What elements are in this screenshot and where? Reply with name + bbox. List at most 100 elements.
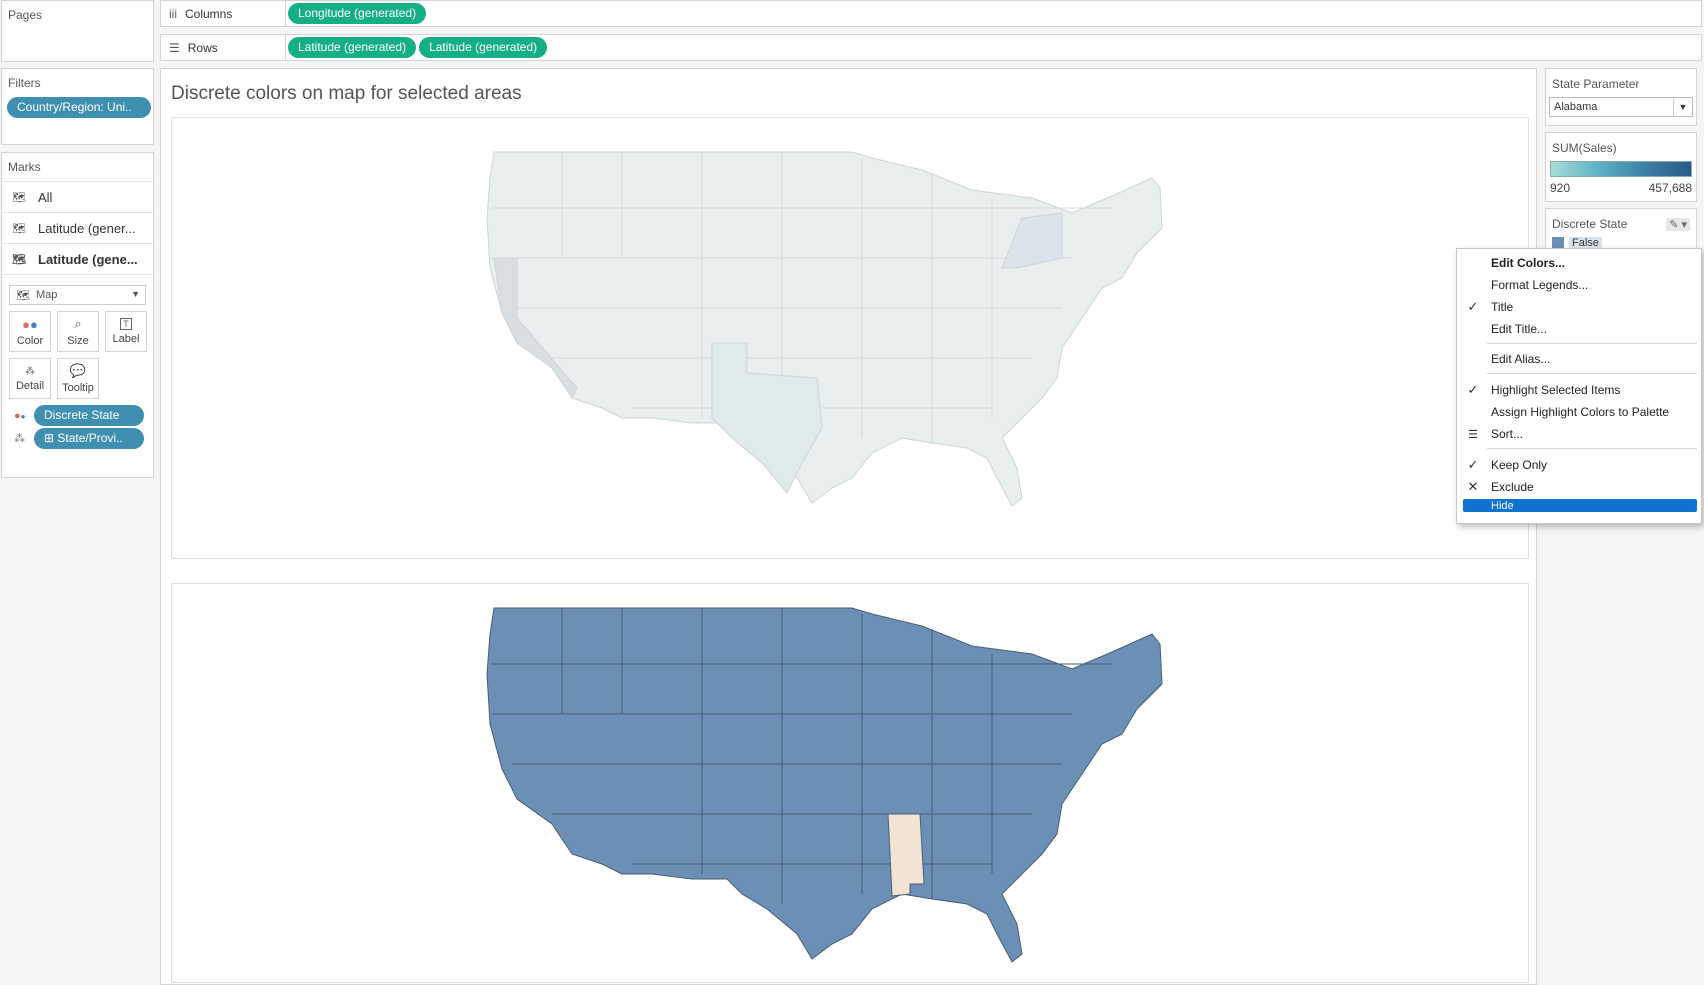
menu-item-label: Edit Title... [1491,322,1548,336]
label-button-label: Label [112,333,140,345]
menu-item-assign-highlight-colors[interactable]: Assign Highlight Colors to Palette [1457,402,1701,422]
columns-label-text: Columns [185,6,233,21]
color-button-label: Color [16,334,44,347]
color-dots-icon: ●● [22,316,38,332]
chevron-down-icon: ▼ [131,289,140,299]
map-pane-bottom[interactable] [171,583,1529,983]
detail-button-label: Detail [15,379,45,392]
size-button-label: Size [67,335,89,347]
sort-icon: ☰ [1468,428,1478,441]
menu-item-keep-only[interactable]: ✓ Keep Only [1457,455,1701,475]
sheet-title: Discrete colors on map for selected area… [171,83,522,104]
marks-layer-label: All [38,189,53,205]
detail-icon: ⁂ [25,365,35,377]
marks-layer-all[interactable]: 🗺 All [2,182,153,213]
us-map-top[interactable] [172,118,1529,559]
chevron-down-icon: ▼ [1673,98,1692,116]
menu-item-label: Assign Highlight Colors to Palette [1491,405,1670,419]
columns-pills: Longitude (generated) [288,3,427,24]
check-icon: ✓ [1467,299,1479,314]
mark-type-dropdown[interactable]: 🗺 Map ▼ [9,285,146,305]
filter-pill-country[interactable]: Country/Region: Uni.. [7,97,151,118]
columns-pill-longitude[interactable]: Longitude (generated) [288,3,427,24]
menu-item-label: Highlight Selected Items [1491,383,1621,397]
menu-item-title[interactable]: ✓ Title [1457,297,1701,317]
menu-item-sort[interactable]: ☰ Sort... [1457,424,1701,444]
menu-item-exclude[interactable]: ✕ Exclude [1457,477,1701,497]
label-icon: T [120,318,132,330]
discrete-state-legend-title: Discrete State [1552,217,1628,231]
marks-layer-latitude-2[interactable]: 🗺 Latitude (gene... [2,244,153,275]
menu-item-edit-alias[interactable]: Edit Alias... [1457,349,1701,369]
worksheet-canvas: Discrete colors on map for selected area… [160,68,1537,985]
map-icon: 🗺 [12,253,26,266]
rows-pills: Latitude (generated) Latitude (generated… [288,37,548,58]
marks-title: Marks [2,153,153,182]
rows-pill-latitude-1[interactable]: Latitude (generated) [288,37,417,58]
sales-max-label: 457,688 [1648,181,1692,195]
rows-icon: ☰ [169,40,180,55]
columns-icon: iii [169,6,177,21]
menu-item-label: Format Legends... [1491,278,1589,292]
menu-item-edit-title[interactable]: Edit Title... [1457,319,1701,339]
menu-item-label: Sort... [1491,427,1524,441]
menu-item-edit-colors[interactable]: Edit Colors... [1457,253,1701,273]
map-icon: 🗺 [12,191,26,204]
rows-label-text: Rows [187,40,218,55]
label-button[interactable]: T Label [105,311,147,352]
sales-legend-card: SUM(Sales) 920 457,688 [1545,132,1697,202]
menu-separator [1487,343,1697,344]
menu-item-label: Title [1491,300,1514,314]
menu-separator [1487,448,1697,449]
check-icon: ✓ [1467,382,1479,397]
discrete-state-legend-header: Discrete State ✎ ▾ [1546,209,1696,237]
menu-item-hide[interactable]: Hide [1463,499,1697,512]
rows-pill-latitude-2[interactable]: Latitude (generated) [419,37,548,58]
close-icon: ✕ [1467,479,1479,494]
mark-type-value: Map [35,289,58,301]
menu-item-label: Exclude [1491,480,1534,494]
filters-title: Filters [8,76,41,90]
state-parameter-value: Alabama [1554,101,1598,113]
check-icon: ✓ [1467,457,1479,472]
menu-item-label: Keep Only [1491,458,1548,472]
map-icon: 🗺 [16,289,30,302]
menu-separator [1487,373,1697,374]
menu-item-label: Hide [1491,499,1514,512]
detail-icon: ⁂ [14,433,25,445]
menu-item-format-legends[interactable]: Format Legends... [1457,275,1701,295]
sales-color-ramp [1550,161,1692,177]
marks-layer-label: Latitude (gener... [38,220,136,236]
marks-pill-state-province[interactable]: ⊞ State/Provi.. [34,428,144,449]
tooltip-button[interactable]: 💬 Tooltip [57,358,99,399]
columns-shelf: iii Columns Longitude (generated) [160,0,1702,27]
size-button[interactable]: ⌕ Size [57,311,99,352]
map-pane-top[interactable] [171,117,1529,559]
sales-legend-title: SUM(Sales) [1552,141,1617,155]
us-map-bottom[interactable] [172,584,1529,983]
color-dots-icon: ●● [14,409,26,422]
pages-card: Pages [1,0,154,62]
sales-min-label: 920 [1550,181,1571,195]
tooltip-icon: 💬 [69,363,87,378]
columns-shelf-label: iii Columns [161,1,286,26]
marks-layer-latitude-1[interactable]: 🗺 Latitude (gener... [2,213,153,244]
rows-shelf: ☰ Rows Latitude (generated) Latitude (ge… [160,34,1702,61]
marks-card: Marks 🗺 All 🗺 Latitude (gener... 🗺 Latit… [1,152,154,478]
legend-menu-icon[interactable]: ✎ ▾ [1666,217,1690,231]
alabama-region[interactable] [887,813,925,897]
detail-button[interactable]: ⁂ Detail [9,358,51,399]
mark-buttons: ●● Color ⌕ Size T Label ⁂ Detail 💬 Toolt… [2,305,152,399]
filters-card: Filters Country/Region: Uni.. [1,68,154,145]
marks-layer-label: Latitude (gene... [38,251,138,267]
color-button[interactable]: ●● Color [9,311,51,352]
marks-pill-row-detail: ⁂ ⊞ State/Provi.. [14,428,153,449]
state-parameter-card: State Parameter Alabama ▼ [1545,68,1697,126]
state-parameter-select[interactable]: Alabama ▼ [1549,97,1693,117]
menu-item-label: Edit Alias... [1491,352,1551,366]
menu-item-highlight-selected[interactable]: ✓ Highlight Selected Items [1457,380,1701,400]
marks-pill-discrete-state[interactable]: Discrete State [34,405,144,426]
menu-item-label: Edit Colors... [1491,256,1566,270]
map-icon: 🗺 [12,222,26,235]
state-parameter-title: State Parameter [1552,77,1640,91]
